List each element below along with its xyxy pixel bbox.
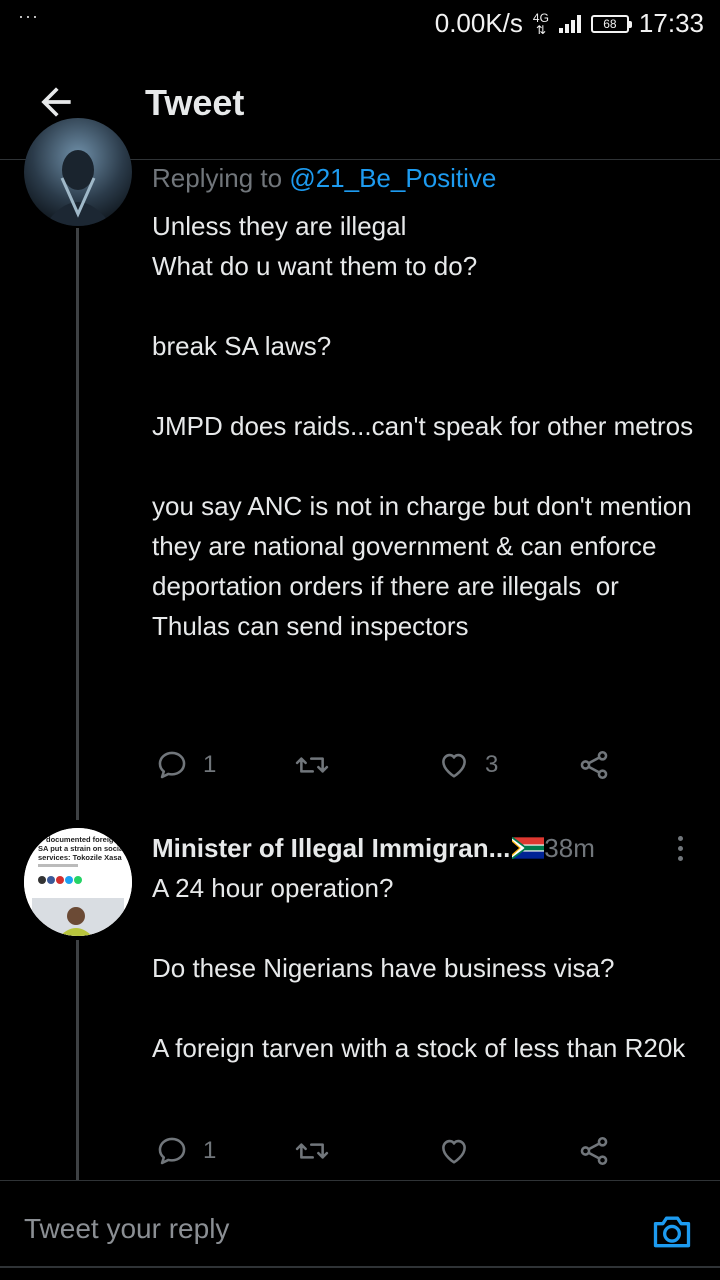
battery-level: 68 <box>603 16 617 31</box>
retweet-icon <box>295 1143 329 1159</box>
south-africa-flag-icon <box>512 837 545 859</box>
tweet-actions: 1 3 <box>155 748 625 788</box>
tweet-text: A 24 hour operation? Do these Nigerians … <box>152 873 686 1063</box>
heart-icon <box>442 1139 466 1164</box>
tweet-actions: 1 <box>155 1134 625 1174</box>
replying-to: Replying to @21_Be_Positive <box>152 163 497 193</box>
network-speed: 0.00K/s <box>434 8 523 38</box>
status-bar: ··· 0.00K/s 4G ⇅ 68 17:33 <box>0 0 720 50</box>
status-dots: ··· <box>18 6 39 26</box>
avatar-image: documented foreign SA put a strain on so… <box>24 828 132 936</box>
tweet-content: Minister of Illegal Immigran... 38m A 24… <box>152 828 702 1068</box>
retweet-button[interactable] <box>295 1134 343 1168</box>
battery-icon: 68 <box>590 14 632 33</box>
divider <box>0 1266 720 1268</box>
tweet-text: Unless they are illegal What do u want t… <box>152 211 694 641</box>
timestamp: 38m <box>544 833 595 863</box>
display-name[interactable]: Minister of Illegal Immigran... <box>152 828 510 868</box>
reply-button[interactable]: 1 <box>155 1134 216 1168</box>
thread-line <box>76 940 79 1180</box>
tweet-header: Minister of Illegal Immigran... 38m <box>152 828 702 868</box>
reply-handle-link[interactable]: @21_Be_Positive <box>289 163 496 193</box>
thread-line <box>76 228 79 820</box>
share-button[interactable] <box>577 1134 611 1168</box>
retweet-button[interactable] <box>295 748 343 782</box>
avatar[interactable]: documented foreign SA put a strain on so… <box>24 828 132 936</box>
svg-text:documented foreign: documented foreign <box>46 835 119 844</box>
reply-count: 1 <box>203 751 217 778</box>
retweet-icon <box>295 757 329 773</box>
camera-icon <box>653 1216 691 1248</box>
status-right: 0.00K/s 4G ⇅ 68 17:33 <box>435 8 704 39</box>
tweet-reply-1[interactable]: Replying to @21_Be_Positive Unless they … <box>0 118 720 820</box>
reply-button[interactable]: 1 <box>155 748 216 782</box>
like-button[interactable]: 3 <box>437 748 498 782</box>
reply-composer: Tweet your reply <box>0 1180 720 1280</box>
share-icon <box>580 1136 608 1166</box>
avatar-image <box>24 118 132 226</box>
svg-text:services: Tokozile Xasa: services: Tokozile Xasa <box>38 853 122 862</box>
more-options-icon[interactable] <box>670 828 690 868</box>
tweet-reply-2[interactable]: documented foreign SA put a strain on so… <box>0 828 720 1180</box>
network-type: 4G ⇅ <box>532 10 549 37</box>
like-button[interactable] <box>437 1134 485 1168</box>
reply-icon <box>158 751 186 779</box>
reply-input[interactable]: Tweet your reply <box>24 1213 229 1245</box>
page-title: Tweet <box>145 82 245 123</box>
share-icon <box>580 750 608 780</box>
reply-icon <box>158 1137 186 1165</box>
signal-icon <box>558 14 581 33</box>
reply-count: 1 <box>203 1137 217 1164</box>
like-count: 3 <box>485 751 499 778</box>
svg-text:SA put a strain on social: SA put a strain on social <box>38 844 125 853</box>
camera-button[interactable] <box>650 1209 694 1253</box>
clock: 17:33 <box>638 8 704 38</box>
heart-icon <box>442 753 466 778</box>
tweet-content: Replying to @21_Be_Positive Unless they … <box>152 160 702 646</box>
share-button[interactable] <box>577 748 611 782</box>
avatar[interactable] <box>24 118 132 226</box>
